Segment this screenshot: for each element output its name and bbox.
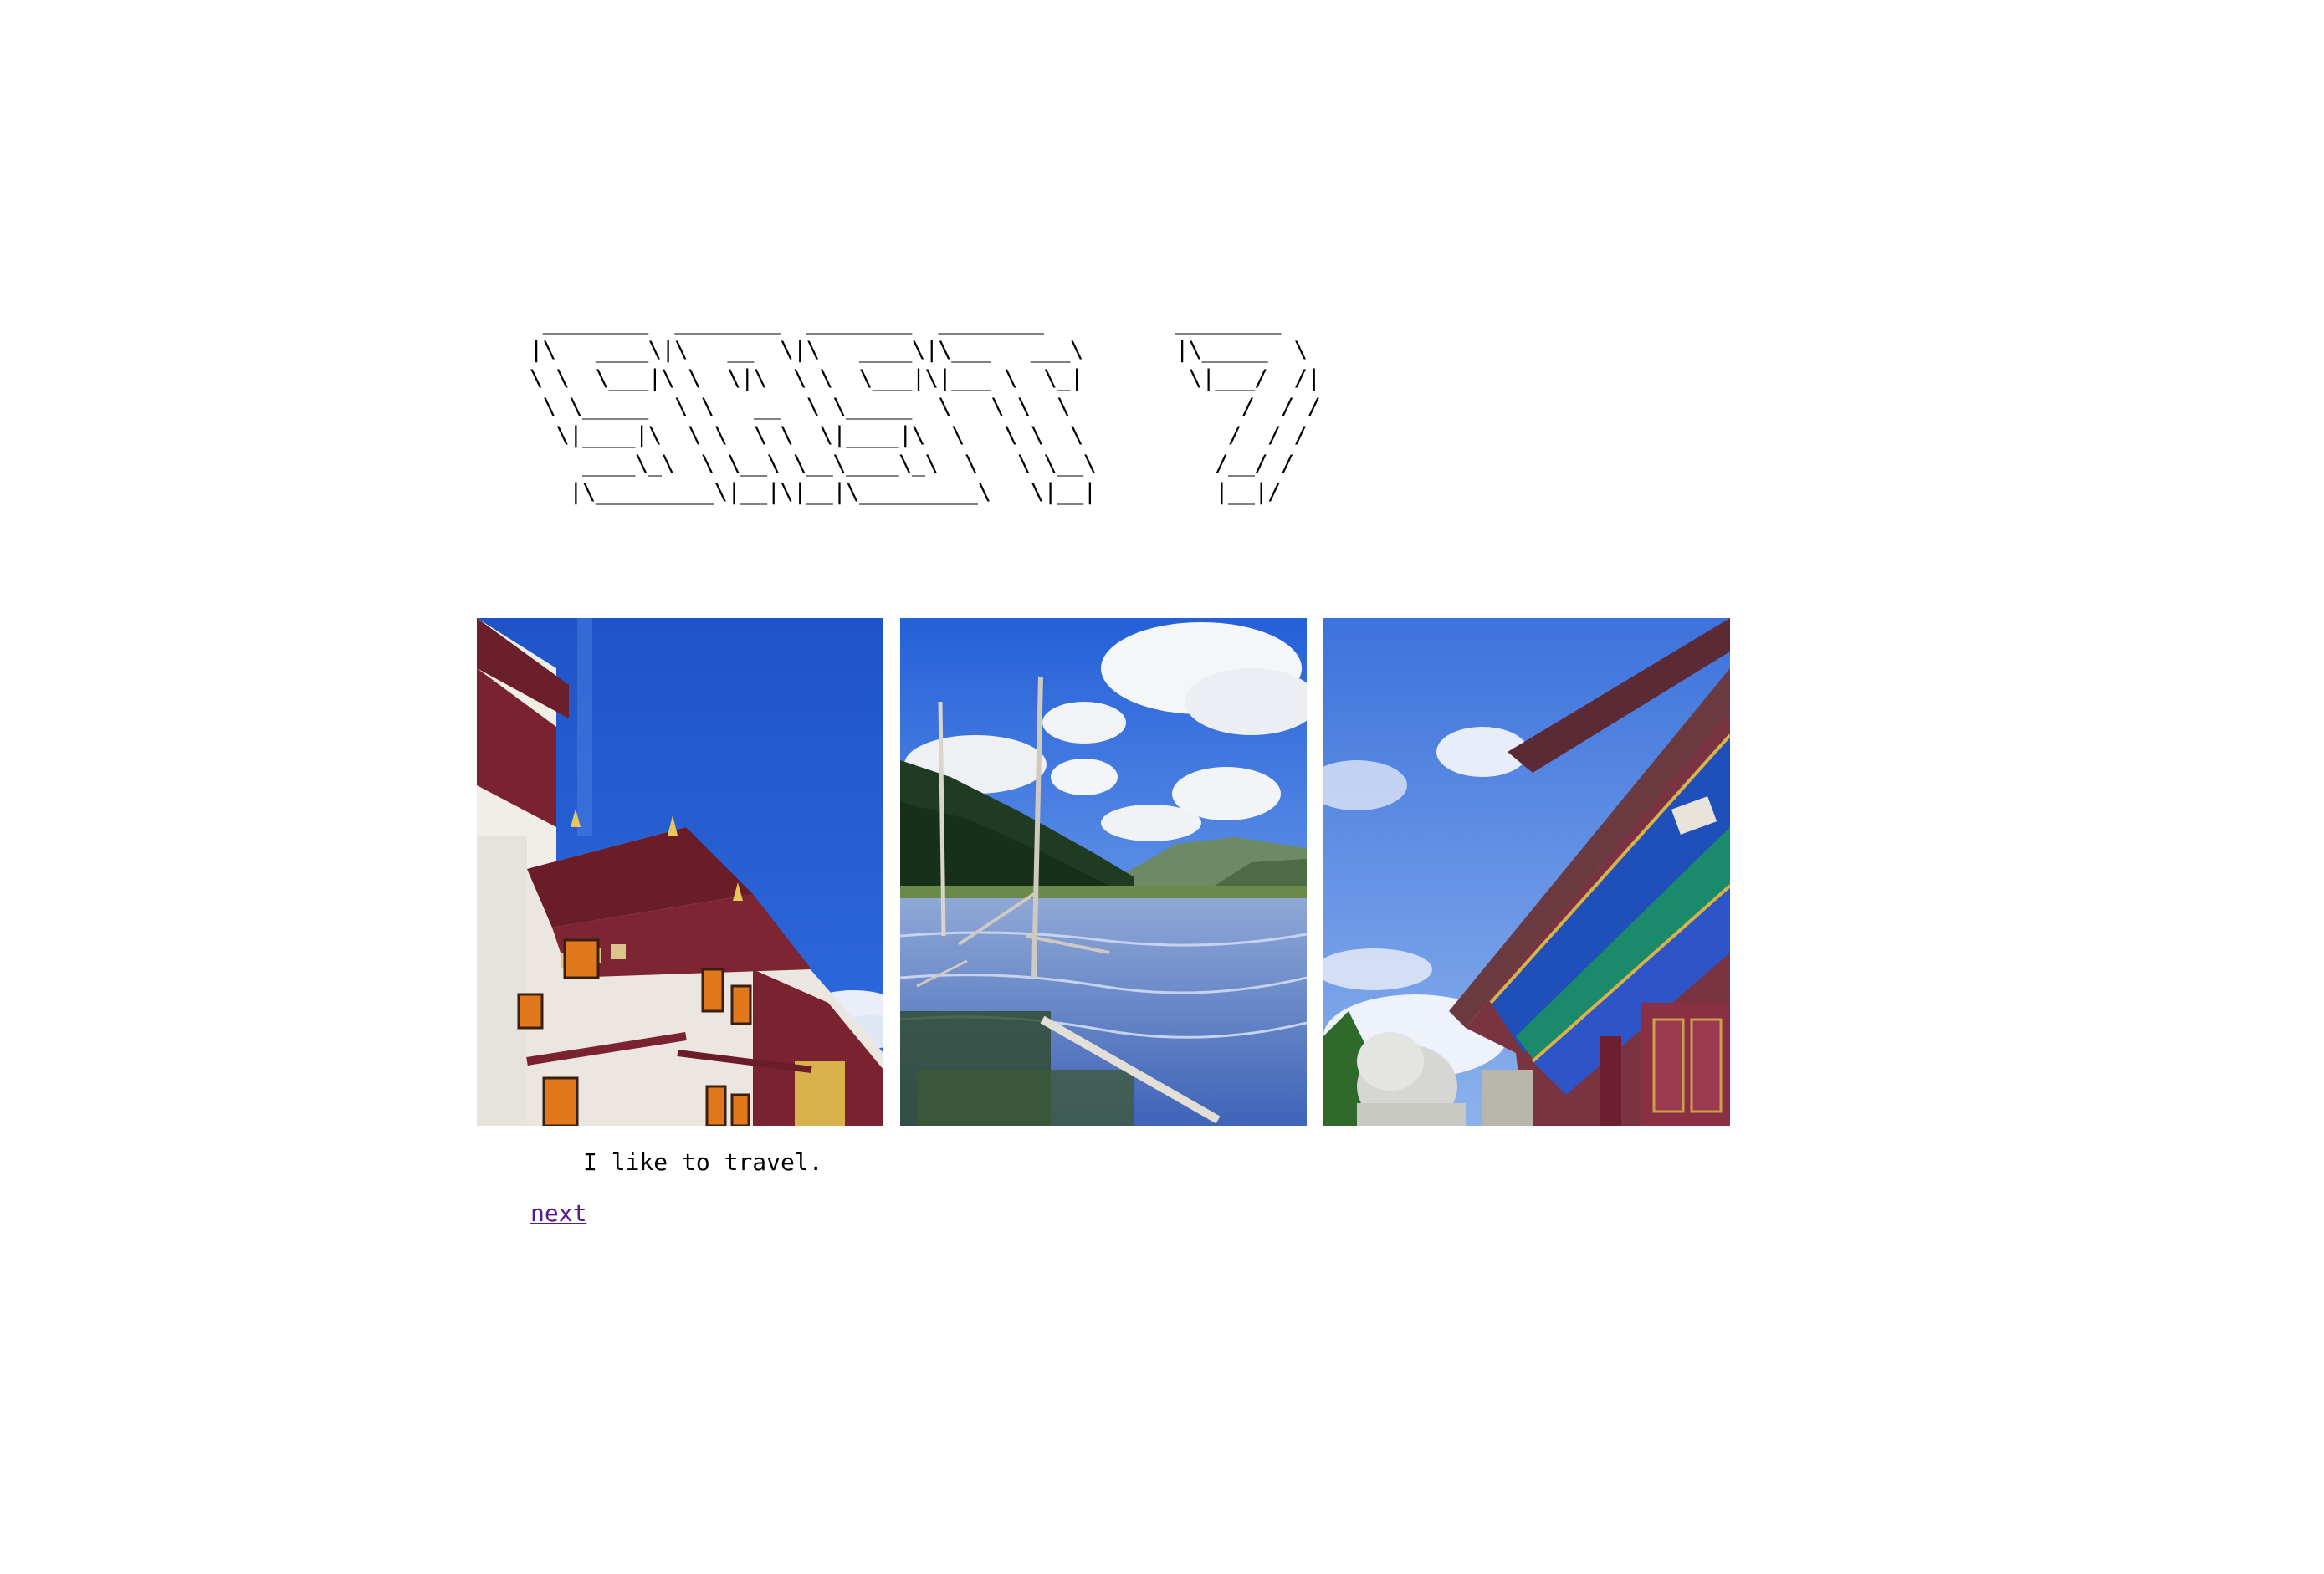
caption-text: I like to travel. [583, 1148, 823, 1176]
photo-gallery [477, 618, 1730, 1126]
monastery-photo [477, 618, 883, 1126]
next-link[interactable]: next [530, 1199, 586, 1228]
lake-photo [900, 618, 1307, 1126]
temple-photo [1323, 618, 1730, 1126]
ascii-art-title: ________ ________ ________ ________ ____… [530, 309, 1321, 505]
